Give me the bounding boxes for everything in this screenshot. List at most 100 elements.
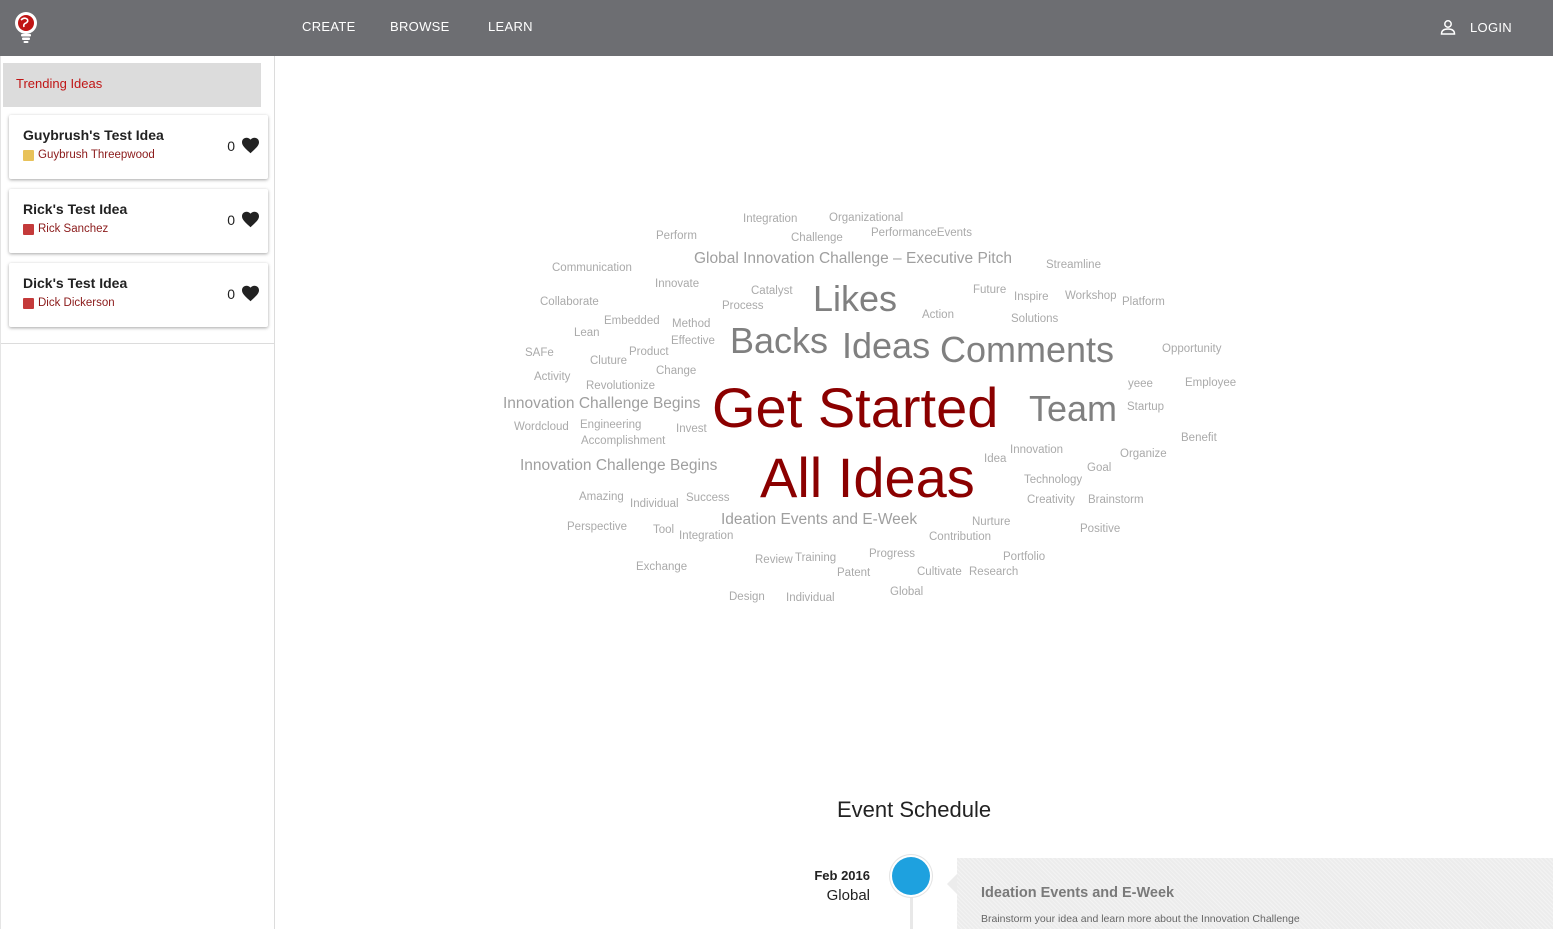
cloud-word[interactable]: Workshop bbox=[1065, 290, 1117, 303]
cloud-word[interactable]: Innovation bbox=[1010, 444, 1063, 457]
idea-likes[interactable]: 0 bbox=[227, 137, 260, 154]
cloud-word[interactable]: Portfolio bbox=[1003, 551, 1045, 564]
idea-card[interactable]: Dick's Test Idea Dick Dickerson 0 bbox=[9, 263, 268, 327]
event-card[interactable]: Ideation Events and E-Week Brainstorm yo… bbox=[947, 858, 1553, 929]
cloud-team[interactable]: Team bbox=[1029, 391, 1117, 427]
nav-learn[interactable]: LEARN bbox=[488, 19, 533, 34]
cloud-phrase[interactable]: Innovation Challenge Begins bbox=[520, 458, 717, 474]
cloud-word[interactable]: Revolutionize bbox=[586, 380, 655, 393]
sidebar-divider bbox=[1, 343, 275, 344]
cloud-word[interactable]: Change bbox=[656, 365, 696, 378]
lightbulb-globe-icon[interactable] bbox=[12, 10, 40, 44]
cloud-word[interactable]: Goal bbox=[1087, 462, 1111, 475]
cloud-phrase[interactable]: Global Innovation Challenge – Executive … bbox=[694, 251, 1012, 267]
cloud-backs[interactable]: Backs bbox=[730, 323, 828, 359]
heart-icon[interactable] bbox=[241, 285, 260, 302]
like-count: 0 bbox=[227, 137, 235, 154]
cloud-word[interactable]: Embedded bbox=[604, 315, 660, 328]
login-button[interactable]: LOGIN bbox=[1440, 19, 1512, 35]
cloud-word[interactable]: yeee bbox=[1128, 378, 1153, 391]
cloud-word[interactable]: Idea bbox=[984, 453, 1006, 466]
cloud-word[interactable]: Future bbox=[973, 284, 1006, 297]
cloud-word[interactable]: Design bbox=[729, 591, 765, 604]
cloud-ideas[interactable]: Ideas bbox=[842, 328, 930, 364]
cloud-word[interactable]: Startup bbox=[1127, 401, 1164, 414]
cloud-word[interactable]: Communication bbox=[552, 262, 632, 275]
idea-card[interactable]: Rick's Test Idea Rick Sanchez 0 bbox=[9, 189, 268, 253]
cloud-word[interactable]: Engineering bbox=[580, 419, 641, 432]
cloud-phrase[interactable]: Ideation Events and E-Week bbox=[721, 512, 917, 528]
trending-ideas-header[interactable]: Trending Ideas bbox=[3, 63, 261, 107]
cloud-word[interactable]: Organizational bbox=[829, 212, 903, 225]
cloud-word[interactable]: Technology bbox=[1024, 474, 1082, 487]
get-started-link[interactable]: Get Started bbox=[712, 380, 998, 436]
cloud-word[interactable]: Solutions bbox=[1011, 313, 1058, 326]
cloud-word[interactable]: Individual bbox=[630, 498, 679, 511]
cloud-word[interactable]: Accomplishment bbox=[581, 435, 665, 448]
cloud-word[interactable]: Nurture bbox=[972, 516, 1010, 529]
idea-title[interactable]: Rick's Test Idea bbox=[23, 201, 127, 217]
cloud-word[interactable]: Organize bbox=[1120, 448, 1167, 461]
cloud-word[interactable]: Perspective bbox=[567, 521, 627, 534]
cloud-word[interactable]: Integration bbox=[679, 530, 733, 543]
cloud-word[interactable]: Method bbox=[672, 318, 710, 331]
cloud-phrase[interactable]: Innovation Challenge Begins bbox=[503, 396, 700, 412]
cloud-word[interactable]: Perform bbox=[656, 230, 697, 243]
author-avatar bbox=[23, 149, 34, 161]
cloud-likes[interactable]: Likes bbox=[813, 281, 897, 317]
idea-author[interactable]: Guybrush Threepwood bbox=[23, 149, 155, 161]
cloud-word[interactable]: Benefit bbox=[1181, 432, 1217, 445]
cloud-word[interactable]: Effective bbox=[671, 335, 715, 348]
idea-author[interactable]: Dick Dickerson bbox=[23, 297, 115, 309]
cloud-word[interactable]: SAFe bbox=[525, 347, 554, 360]
idea-author[interactable]: Rick Sanchez bbox=[23, 223, 108, 235]
heart-icon[interactable] bbox=[241, 211, 260, 228]
cloud-word[interactable]: Activity bbox=[534, 371, 570, 384]
cloud-word[interactable]: Catalyst bbox=[751, 285, 793, 298]
cloud-word[interactable]: Process bbox=[722, 300, 764, 313]
cloud-word[interactable]: Opportunity bbox=[1162, 343, 1221, 356]
idea-likes[interactable]: 0 bbox=[227, 211, 260, 228]
idea-card[interactable]: Guybrush's Test Idea Guybrush Threepwood… bbox=[9, 115, 268, 179]
cloud-word[interactable]: Innovate bbox=[655, 278, 699, 291]
cloud-word[interactable]: Positive bbox=[1080, 523, 1120, 536]
cloud-word[interactable]: Exchange bbox=[636, 561, 687, 574]
cloud-word[interactable]: Streamline bbox=[1046, 259, 1101, 272]
cloud-word[interactable]: Progress bbox=[869, 548, 915, 561]
idea-title[interactable]: Guybrush's Test Idea bbox=[23, 127, 164, 143]
cloud-word[interactable]: Challenge bbox=[791, 232, 843, 245]
cloud-word[interactable]: Tool bbox=[653, 524, 674, 537]
idea-likes[interactable]: 0 bbox=[227, 285, 260, 302]
cloud-word[interactable]: Review bbox=[755, 554, 793, 567]
cloud-word[interactable]: Invest bbox=[676, 423, 707, 436]
idea-title[interactable]: Dick's Test Idea bbox=[23, 275, 127, 291]
cloud-word[interactable]: Cluture bbox=[590, 355, 627, 368]
cloud-word[interactable]: Amazing bbox=[579, 491, 624, 504]
cloud-word[interactable]: Wordcloud bbox=[514, 421, 569, 434]
cloud-word[interactable]: Individual bbox=[786, 592, 835, 605]
heart-icon[interactable] bbox=[241, 137, 260, 154]
cloud-word[interactable]: PerformanceEvents bbox=[871, 227, 972, 240]
cloud-word[interactable]: Platform bbox=[1122, 296, 1165, 309]
cloud-comments[interactable]: Comments bbox=[940, 332, 1114, 368]
nav-create[interactable]: CREATE bbox=[302, 19, 356, 34]
cloud-word[interactable]: Lean bbox=[574, 327, 600, 340]
cloud-word[interactable]: Employee bbox=[1185, 377, 1236, 390]
cloud-word[interactable]: Global bbox=[890, 586, 923, 599]
cloud-word[interactable]: Inspire bbox=[1014, 291, 1049, 304]
cloud-word[interactable]: Research bbox=[969, 566, 1018, 579]
event-schedule-title: Event Schedule bbox=[837, 797, 992, 822]
cloud-word[interactable]: Creativity bbox=[1027, 494, 1075, 507]
cloud-word[interactable]: Cultivate bbox=[917, 566, 962, 579]
cloud-word[interactable]: Training bbox=[795, 552, 836, 565]
cloud-word[interactable]: Brainstorm bbox=[1088, 494, 1144, 507]
cloud-word[interactable]: Integration bbox=[743, 213, 797, 226]
cloud-word[interactable]: Success bbox=[686, 492, 729, 505]
cloud-word[interactable]: Action bbox=[922, 309, 954, 322]
all-ideas-link[interactable]: All Ideas bbox=[760, 450, 975, 506]
nav-browse[interactable]: BROWSE bbox=[390, 19, 450, 34]
cloud-word[interactable]: Collaborate bbox=[540, 296, 599, 309]
cloud-word[interactable]: Product bbox=[629, 346, 669, 359]
cloud-word[interactable]: Contribution bbox=[929, 531, 991, 544]
cloud-word[interactable]: Patent bbox=[837, 567, 870, 580]
